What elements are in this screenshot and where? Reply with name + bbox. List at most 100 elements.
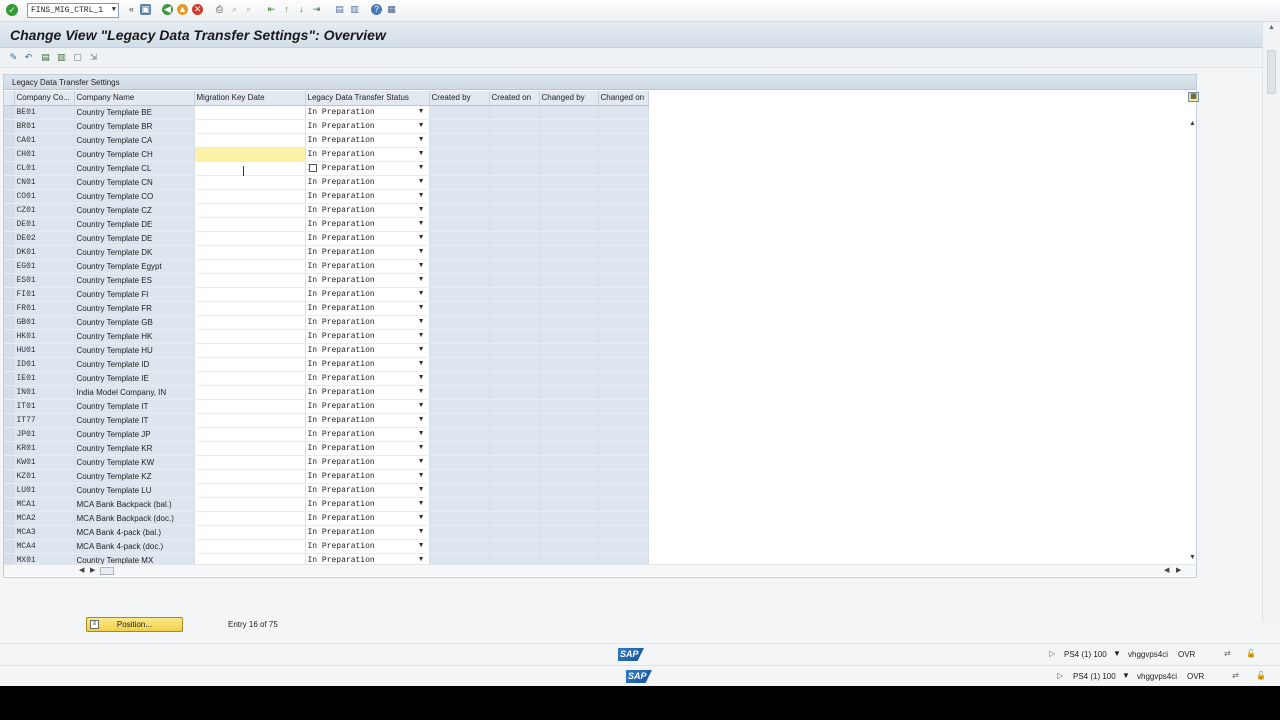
- migration-key-date-input[interactable]: [194, 385, 306, 400]
- chevron-down-icon[interactable]: ▼: [418, 290, 425, 297]
- transfer-status-dropdown[interactable]: In Preparation ▼: [305, 273, 430, 288]
- horizontal-scrollbar[interactable]: ◀ ▶ ◀ ▶: [4, 564, 1196, 576]
- display-change-icon[interactable]: ✎: [8, 52, 19, 63]
- chevron-down-icon[interactable]: ▼: [418, 192, 425, 199]
- lock-icon[interactable]: 🔓: [1246, 649, 1256, 658]
- migration-key-date-input[interactable]: [194, 189, 306, 204]
- migration-key-date-input[interactable]: [194, 469, 306, 484]
- transfer-status-dropdown[interactable]: In Preparation ▼: [305, 469, 430, 484]
- chevron-down-icon[interactable]: ▼: [418, 122, 425, 129]
- transfer-status-dropdown[interactable]: In Preparation ▼: [305, 385, 430, 400]
- row-selector[interactable]: [4, 245, 15, 260]
- row-selector[interactable]: [4, 483, 15, 498]
- transfer-status-dropdown[interactable]: In Preparation ▼: [305, 343, 430, 358]
- check-circle-icon[interactable]: ✓: [6, 4, 18, 16]
- row-selector[interactable]: [4, 441, 15, 456]
- migration-key-date-input[interactable]: [194, 133, 306, 148]
- transfer-status-dropdown[interactable]: In Preparation ▼: [305, 525, 430, 540]
- chevron-down-icon[interactable]: ▼: [418, 206, 425, 213]
- find-next-icon[interactable]: ⌕: [243, 4, 254, 15]
- system-info[interactable]: PS4 (1) 100: [1073, 672, 1116, 681]
- chevron-down-icon[interactable]: ▼: [418, 430, 425, 437]
- chevron-down-icon[interactable]: ▼: [112, 4, 116, 17]
- transfer-status-dropdown[interactable]: In Preparation ▼: [305, 217, 430, 232]
- select-all-icon[interactable]: ▤: [40, 52, 51, 63]
- chevron-left-icon[interactable]: ◀: [1164, 566, 1169, 574]
- migration-key-date-input[interactable]: [194, 399, 306, 414]
- row-selector[interactable]: [4, 161, 15, 176]
- scroll-thumb[interactable]: [1267, 50, 1276, 94]
- row-selector[interactable]: [4, 119, 15, 134]
- chevron-down-icon[interactable]: ▼: [418, 178, 425, 185]
- row-selector[interactable]: [4, 273, 15, 288]
- row-selector[interactable]: [4, 133, 15, 148]
- chevron-down-icon[interactable]: ▼: [418, 458, 425, 465]
- chevron-down-icon[interactable]: ▼: [418, 374, 425, 381]
- row-selector[interactable]: [4, 385, 15, 400]
- transaction-code-field[interactable]: FINS_MIG_CTRL_1 ▼: [27, 3, 119, 18]
- migration-key-date-input[interactable]: [194, 259, 306, 274]
- first-page-icon[interactable]: ⇤: [266, 4, 277, 15]
- row-selector[interactable]: [4, 189, 15, 204]
- transfer-icon[interactable]: ⇄: [1224, 649, 1231, 658]
- chevron-down-icon[interactable]: ▼: [418, 318, 425, 325]
- migration-key-date-input[interactable]: [194, 525, 306, 540]
- customize-layout-icon[interactable]: ▦: [386, 4, 397, 15]
- chevron-down-icon[interactable]: ▼: [418, 360, 425, 367]
- migration-key-date-input[interactable]: [194, 105, 306, 120]
- chevron-down-icon[interactable]: ▼: [418, 416, 425, 423]
- next-page-icon[interactable]: ↓: [296, 4, 307, 15]
- play-icon[interactable]: ▷: [1057, 671, 1063, 680]
- undo-icon[interactable]: ↶: [23, 52, 34, 63]
- system-info[interactable]: PS4 (1) 100: [1064, 650, 1107, 659]
- transfer-status-dropdown[interactable]: In Preparation ▼: [305, 371, 430, 386]
- column-header-changed-by[interactable]: Changed by: [539, 91, 599, 106]
- transfer-status-dropdown[interactable]: In Preparation ▼: [305, 161, 430, 176]
- migration-key-date-input[interactable]: [194, 539, 306, 554]
- migration-key-date-input[interactable]: [194, 371, 306, 386]
- migration-key-date-input[interactable]: [194, 273, 306, 288]
- chevron-down-icon[interactable]: ▼: [418, 472, 425, 479]
- migration-key-date-input[interactable]: [194, 511, 306, 526]
- row-selector[interactable]: [4, 203, 15, 218]
- transfer-status-dropdown[interactable]: In Preparation ▼: [305, 483, 430, 498]
- chevron-down-icon[interactable]: ▼: [1113, 649, 1121, 658]
- chevron-up-icon[interactable]: ▲: [1189, 120, 1196, 127]
- transfer-status-dropdown[interactable]: In Preparation ▼: [305, 119, 430, 134]
- transfer-status-dropdown[interactable]: In Preparation ▼: [305, 203, 430, 218]
- column-header-created-by[interactable]: Created by: [429, 91, 490, 106]
- help-icon[interactable]: ?: [371, 4, 382, 15]
- chevron-down-icon[interactable]: ▼: [418, 276, 425, 283]
- chevron-down-icon[interactable]: ▼: [418, 304, 425, 311]
- migration-key-date-input[interactable]: [194, 217, 306, 232]
- row-selector[interactable]: [4, 287, 15, 302]
- chevron-down-icon[interactable]: ▼: [418, 220, 425, 227]
- deselect-all-icon[interactable]: ▢: [72, 52, 83, 63]
- chevron-down-icon[interactable]: ▼: [418, 332, 425, 339]
- migration-key-date-input[interactable]: [194, 483, 306, 498]
- chevron-down-icon[interactable]: ▼: [418, 556, 425, 563]
- migration-key-date-input[interactable]: [194, 245, 306, 260]
- row-selector[interactable]: [4, 217, 15, 232]
- transfer-status-dropdown[interactable]: In Preparation ▼: [305, 287, 430, 302]
- save-icon[interactable]: ▣: [140, 4, 151, 15]
- transfer-status-dropdown[interactable]: In Preparation ▼: [305, 231, 430, 246]
- row-selector[interactable]: [4, 357, 15, 372]
- transfer-status-dropdown[interactable]: In Preparation ▼: [305, 175, 430, 190]
- transfer-status-dropdown[interactable]: In Preparation ▼: [305, 399, 430, 414]
- select-all-cell[interactable]: [4, 91, 15, 106]
- migration-key-date-input[interactable]: [194, 119, 306, 134]
- chevron-down-icon[interactable]: ▼: [418, 500, 425, 507]
- insert-mode[interactable]: OVR: [1178, 650, 1195, 659]
- transfer-status-dropdown[interactable]: In Preparation ▼: [305, 189, 430, 204]
- migration-key-date-input[interactable]: [194, 315, 306, 330]
- print-icon[interactable]: ⎙: [214, 4, 225, 15]
- migration-key-date-input[interactable]: [194, 343, 306, 358]
- insert-mode[interactable]: OVR: [1187, 672, 1204, 681]
- back-icon[interactable]: ◀: [162, 4, 173, 15]
- row-selector[interactable]: [4, 105, 15, 120]
- exit-icon[interactable]: ▲: [177, 4, 188, 15]
- transfer-status-dropdown[interactable]: In Preparation ▼: [305, 497, 430, 512]
- transfer-status-dropdown[interactable]: In Preparation ▼: [305, 329, 430, 344]
- chevron-down-icon[interactable]: ▼: [418, 402, 425, 409]
